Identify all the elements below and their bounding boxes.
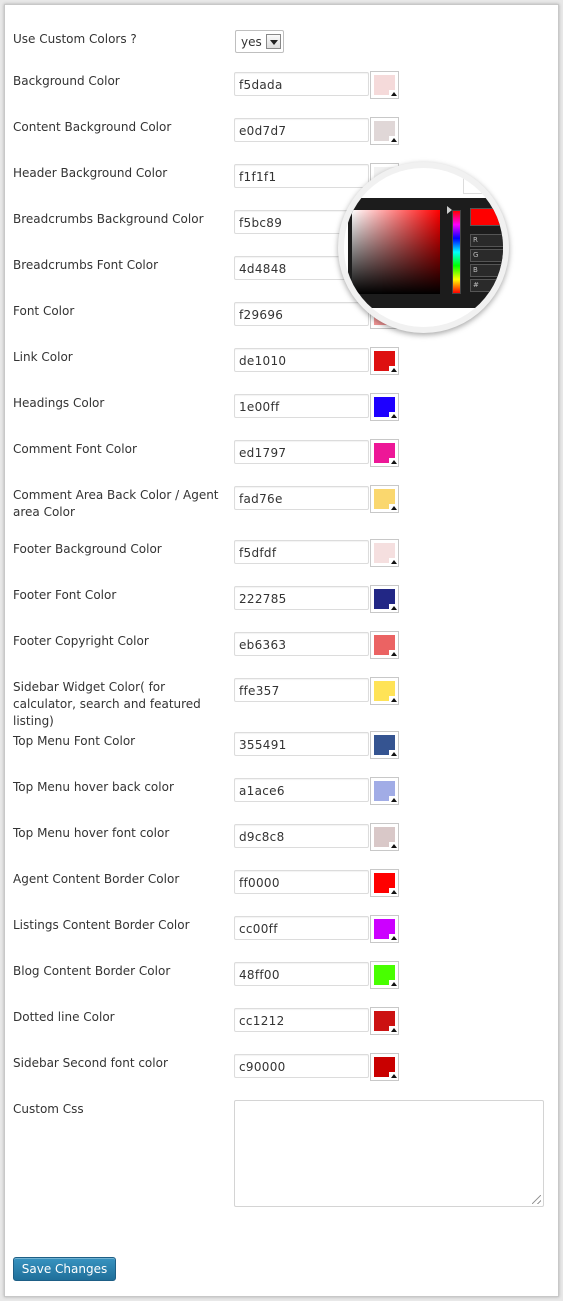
color-swatch-button[interactable]	[370, 117, 399, 145]
color-swatch-button[interactable]	[370, 585, 399, 613]
field-label: Content Background Color	[13, 120, 172, 134]
color-hex-input[interactable]: d9c8c8	[234, 824, 369, 848]
caret-up-icon	[389, 558, 398, 566]
custom-css-textarea[interactable]	[234, 1100, 544, 1207]
color-hex-input[interactable]: 355491	[234, 732, 369, 756]
color-swatch-button[interactable]	[370, 915, 399, 943]
caret-up-icon	[389, 650, 398, 658]
color-swatch-button[interactable]	[370, 485, 399, 513]
color-hex-input[interactable]: cc00ff	[234, 916, 369, 940]
field-label: Top Menu hover back color	[13, 780, 174, 794]
color-hex-input[interactable]: e0d7d7	[234, 118, 369, 142]
caret-up-icon	[389, 888, 398, 896]
caret-up-icon	[389, 842, 398, 850]
field-label: Background Color	[13, 74, 120, 88]
color-hex-input[interactable]: f1f1f1	[234, 164, 369, 188]
caret-up-icon	[389, 750, 398, 758]
settings-panel: Use Custom Colors ? yes Background Color…	[4, 4, 559, 1297]
color-swatch-button[interactable]	[370, 631, 399, 659]
field-label: Agent Content Border Color	[13, 872, 180, 886]
color-hex-input[interactable]: ffe357	[234, 678, 369, 702]
field-label: Header Background Color	[13, 166, 168, 180]
caret-up-icon	[389, 458, 398, 466]
hue-slider[interactable]	[452, 210, 461, 294]
color-hex-input[interactable]: 1e00ff	[234, 394, 369, 418]
caret-up-icon	[389, 980, 398, 988]
caret-up-icon	[389, 504, 398, 512]
color-hex-input[interactable]: 48ff00	[234, 962, 369, 986]
color-hex-input[interactable]: ed1797	[234, 440, 369, 464]
field-label: Breadcrumbs Font Color	[13, 258, 159, 272]
color-hex-input[interactable]: c90000	[234, 1054, 369, 1078]
field-label: Top Menu Font Color	[13, 734, 136, 748]
field-label: Blog Content Border Color	[13, 964, 171, 978]
caret-up-icon	[389, 604, 398, 612]
caret-up-icon	[389, 934, 398, 942]
picker-channel-field[interactable]: #	[470, 279, 503, 292]
picker-channel-field[interactable]: B	[470, 264, 503, 277]
color-swatch-button[interactable]	[370, 677, 399, 705]
caret-up-icon	[389, 412, 398, 420]
field-label: Font Color	[13, 304, 75, 318]
color-swatch-button[interactable]	[370, 823, 399, 851]
color-swatch-button[interactable]	[370, 393, 399, 421]
color-hex-input[interactable]: fad76e	[234, 486, 369, 510]
picker-channel-field[interactable]: R	[470, 234, 503, 247]
field-label: Breadcrumbs Background Color	[13, 212, 204, 226]
caret-up-icon	[389, 136, 398, 144]
field-label: Footer Font Color	[13, 588, 117, 602]
color-picker-popup: R G B #	[348, 198, 503, 308]
caret-up-icon	[389, 796, 398, 804]
selected-color-preview	[470, 208, 503, 226]
saturation-value-field[interactable]	[352, 210, 440, 294]
color-swatch-button[interactable]	[370, 439, 399, 467]
color-hex-input[interactable]: ff0000	[234, 870, 369, 894]
field-label: Top Menu hover font color	[13, 826, 170, 840]
caret-up-icon	[389, 90, 398, 98]
field-label: Listings Content Border Color	[13, 918, 190, 932]
color-hex-input[interactable]: de1010	[234, 348, 369, 372]
color-swatch-button[interactable]	[370, 1053, 399, 1081]
field-label: Dotted line Color	[13, 1010, 115, 1024]
color-swatch-button[interactable]	[370, 539, 399, 567]
color-hex-input[interactable]: f5dada	[234, 72, 369, 96]
caret-up-icon	[389, 1026, 398, 1034]
field-label: Comment Area Back Color / Agent area Col…	[13, 488, 219, 519]
use-custom-colors-select[interactable]: yes	[235, 30, 284, 53]
color-hex-input[interactable]: cc1212	[234, 1008, 369, 1032]
color-hex-input[interactable]: a1ace6	[234, 778, 369, 802]
resize-grip-icon[interactable]	[532, 1195, 541, 1204]
caret-up-icon	[389, 1072, 398, 1080]
field-label: Headings Color	[13, 396, 105, 410]
use-custom-colors-label: Use Custom Colors ?	[13, 32, 137, 46]
field-label: Link Color	[13, 350, 73, 364]
save-changes-button[interactable]: Save Changes	[13, 1257, 116, 1281]
color-swatch-button[interactable]	[370, 71, 399, 99]
color-swatch-button[interactable]	[370, 869, 399, 897]
magnified-input	[463, 171, 501, 194]
color-swatch-button[interactable]	[370, 347, 399, 375]
color-hex-input[interactable]: 222785	[234, 586, 369, 610]
caret-up-icon	[389, 366, 398, 374]
color-swatch-button[interactable]	[370, 731, 399, 759]
select-value: yes	[241, 35, 262, 49]
color-swatch-button[interactable]	[370, 777, 399, 805]
field-label: Sidebar Second font color	[13, 1056, 168, 1070]
color-swatch-button[interactable]	[370, 1007, 399, 1035]
chevron-down-icon[interactable]	[266, 34, 281, 49]
field-label: Sidebar Widget Color( for calculator, se…	[13, 680, 201, 728]
color-swatch-button[interactable]	[370, 961, 399, 989]
caret-up-icon	[389, 696, 398, 704]
color-picker-magnifier: R G B #	[338, 162, 509, 333]
field-label: Comment Font Color	[13, 442, 137, 456]
picker-channel-field[interactable]: G	[470, 249, 503, 262]
color-hex-input[interactable]: f5dfdf	[234, 540, 369, 564]
custom-css-label: Custom Css	[13, 1102, 84, 1116]
field-label: Footer Copyright Color	[13, 634, 149, 648]
color-hex-input[interactable]: eb6363	[234, 632, 369, 656]
field-label: Footer Background Color	[13, 542, 162, 556]
